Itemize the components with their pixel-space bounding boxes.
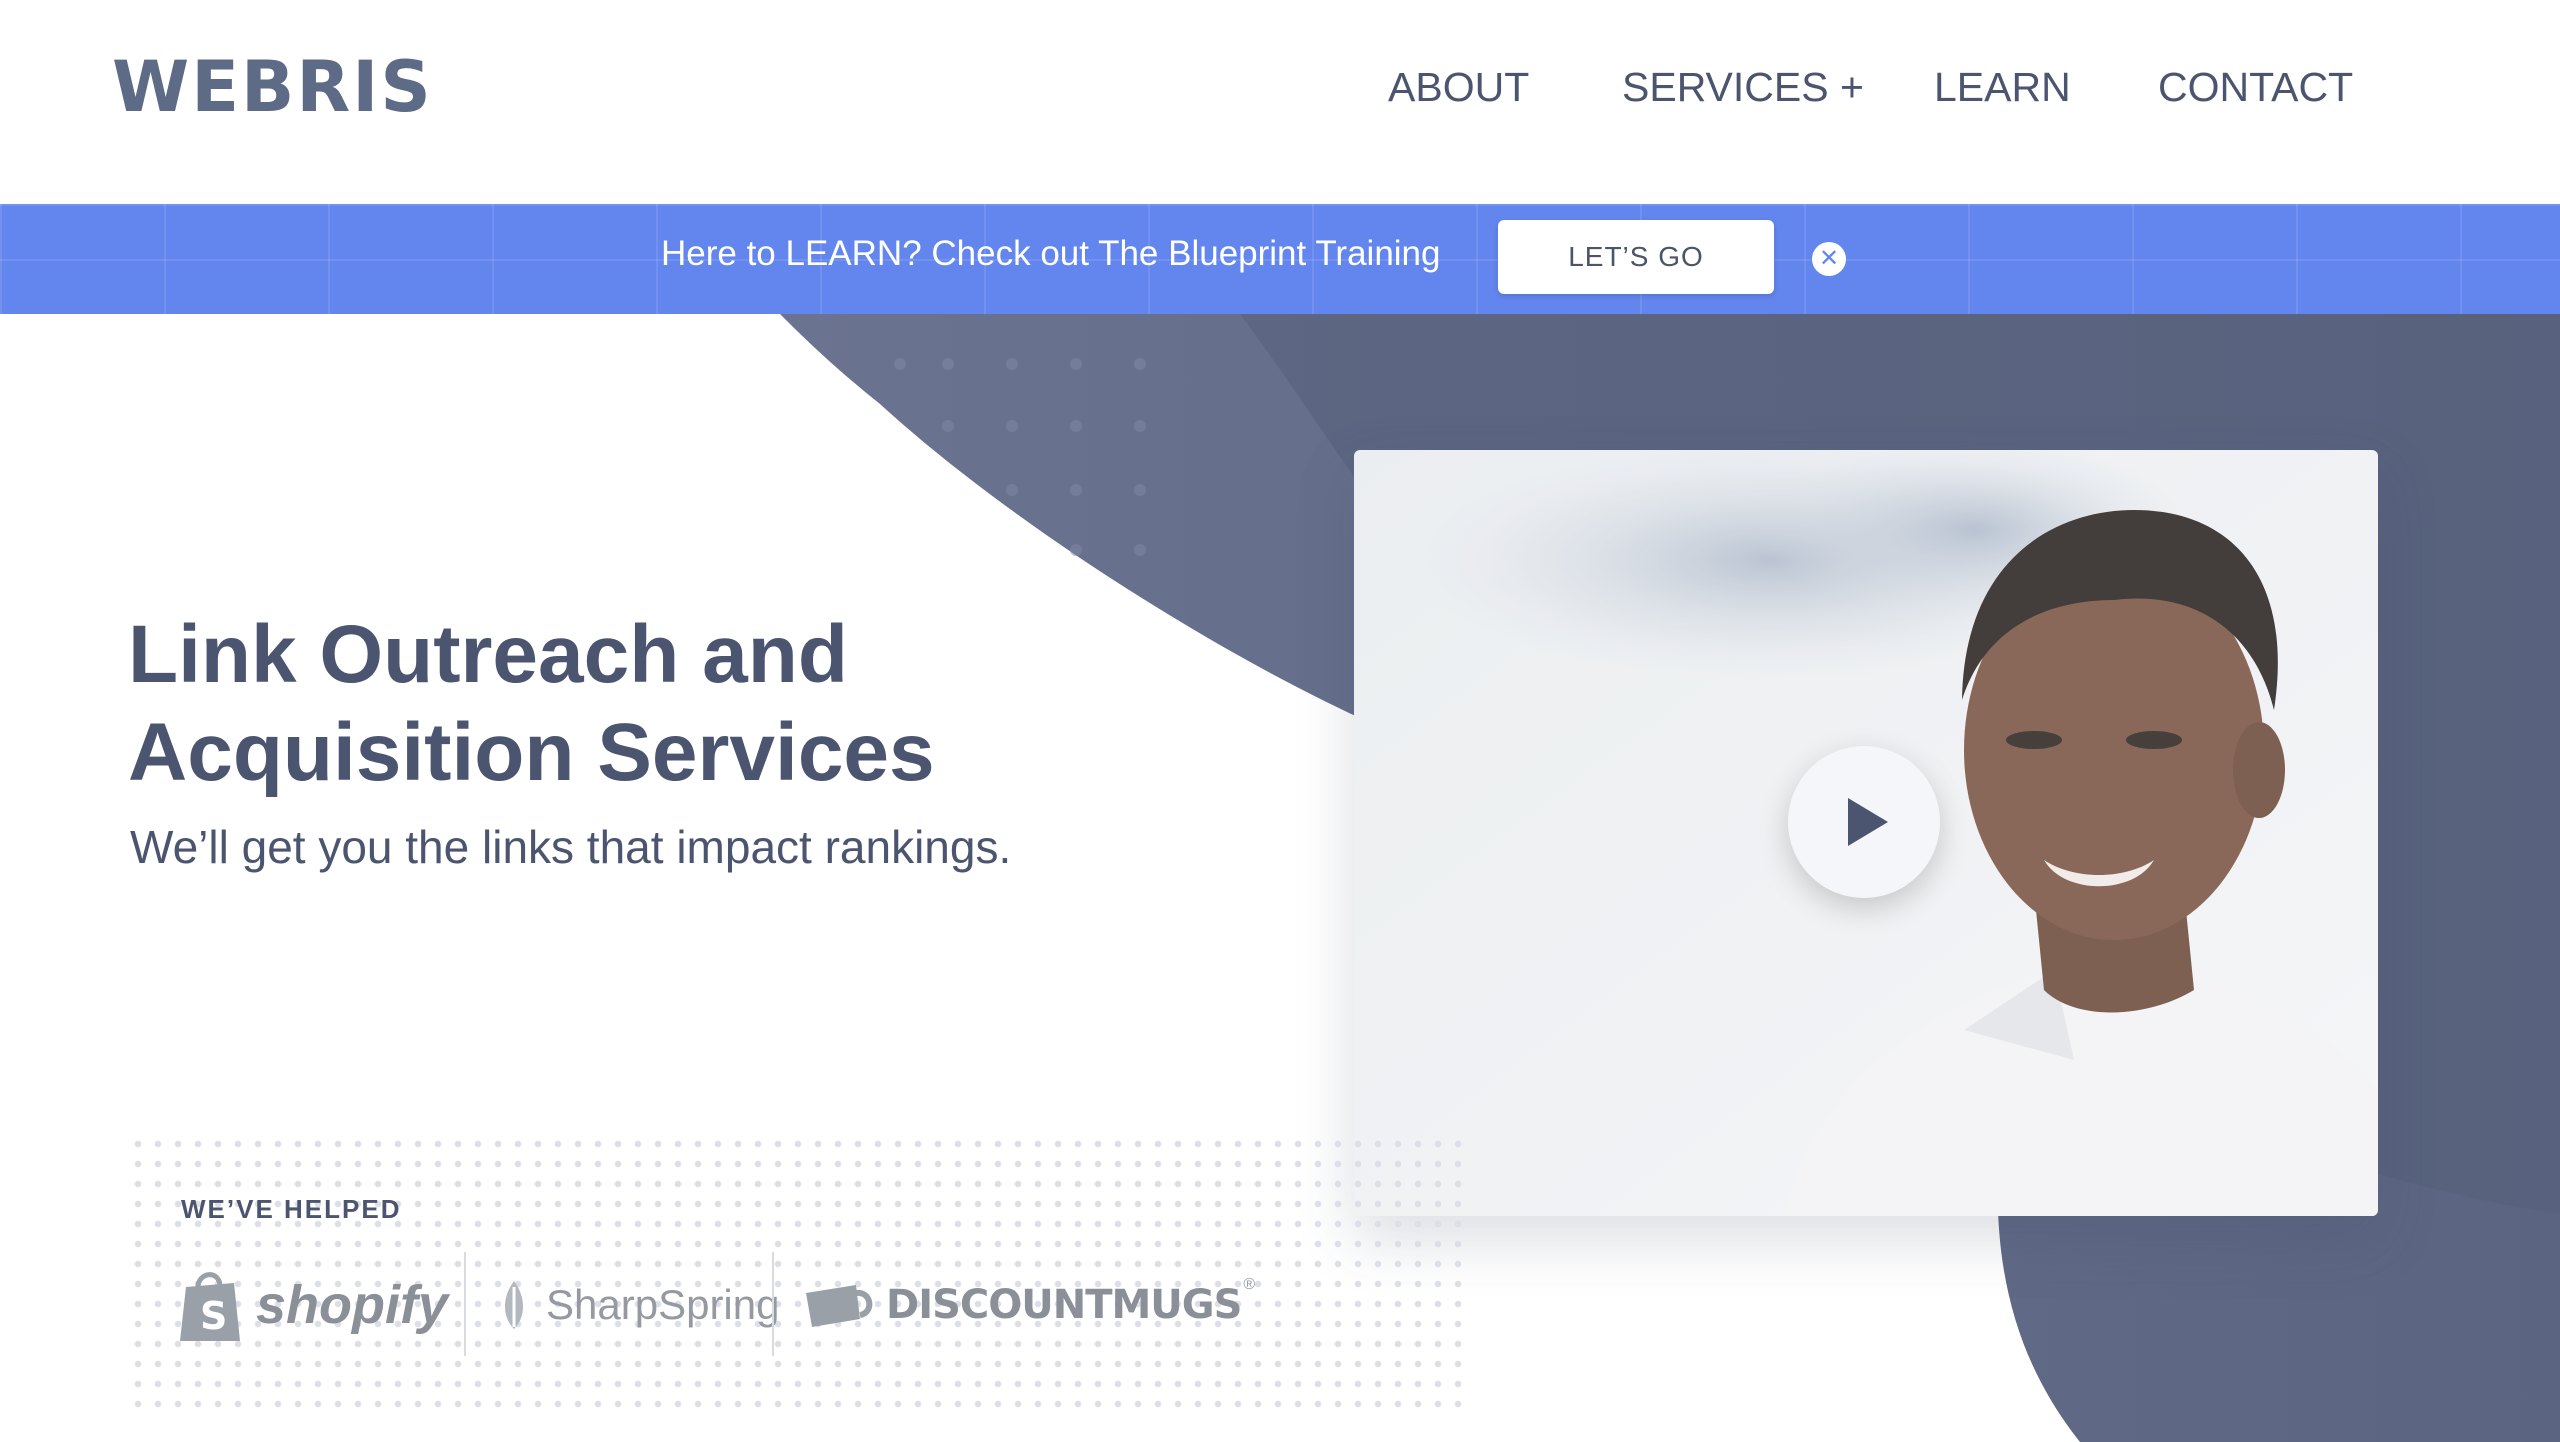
play-icon: [1848, 798, 1888, 846]
nav-about[interactable]: ABOUT: [1388, 64, 1529, 111]
video-player[interactable]: [1354, 450, 2378, 1216]
play-button[interactable]: [1788, 746, 1940, 898]
sharpspring-wordmark: SharpSpring: [546, 1281, 780, 1328]
sharpspring-logo: SharpSpring: [492, 1250, 779, 1360]
hero-title: Link Outreach and Acquisition Services: [128, 606, 1228, 802]
discountmugs-wordmark: DISCOUNTMUGS: [886, 1282, 1242, 1328]
discountmugs-logo: DISCOUNTMUGS ®: [800, 1250, 1255, 1360]
close-icon[interactable]: ✕: [1812, 242, 1846, 276]
nav-services[interactable]: SERVICES +: [1622, 64, 1864, 111]
site-header: WEBRIS ABOUT SERVICES + LEARN CONTACT: [0, 0, 2560, 204]
svg-text:S: S: [200, 1294, 227, 1338]
logo-divider: [772, 1252, 774, 1356]
shopify-bag-icon: S: [180, 1272, 240, 1341]
lets-go-button[interactable]: LET’S GO: [1498, 220, 1774, 294]
hero-subtitle: We’ll get you the links that impact rank…: [130, 821, 1012, 873]
helped-label: WE’VE HELPED: [181, 1194, 402, 1224]
shopify-wordmark: shopify: [256, 1275, 449, 1335]
registered-mark: ®: [1243, 1276, 1256, 1293]
banner-text: Here to LEARN? Check out The Blueprint T…: [661, 234, 1441, 273]
hero-title-line1: Link Outreach and: [128, 609, 848, 700]
hero-title-line2: Acquisition Services: [128, 707, 935, 798]
mug-icon: [806, 1285, 873, 1327]
client-logos: S shopify SharpSpring DISCOUNTMUGS ®: [176, 1250, 1255, 1360]
sharpspring-leaf-icon: [505, 1281, 523, 1329]
nav-learn[interactable]: LEARN: [1934, 64, 2071, 111]
main-nav: ABOUT SERVICES + LEARN CONTACT: [0, 64, 2560, 124]
shopify-logo: S shopify: [176, 1250, 448, 1360]
logo-divider: [464, 1252, 466, 1356]
promo-banner: Here to LEARN? Check out The Blueprint T…: [0, 204, 2560, 314]
nav-contact[interactable]: CONTACT: [2158, 64, 2353, 111]
